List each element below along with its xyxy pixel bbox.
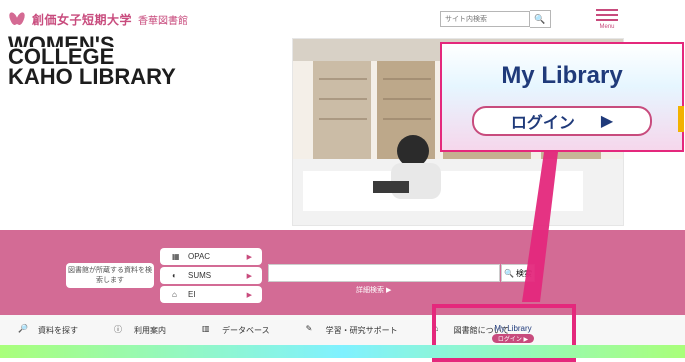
detail-search-link[interactable]: 詳細検索 ▶ — [356, 285, 391, 295]
nav-item-support-label: 学習・研究サポート — [325, 325, 398, 335]
tab-opac-label: OPAC — [188, 252, 211, 261]
tab-ei[interactable]: ⌂ EI ▶ — [160, 286, 262, 303]
search-info: 図書館が所蔵する資料を検索します — [66, 263, 154, 288]
chevron-right-icon: ▶ — [246, 253, 252, 261]
tab-sums[interactable]: ◐ SUMS ▶ — [160, 267, 262, 284]
bottom-wave — [0, 345, 685, 358]
callout-stem — [522, 152, 558, 302]
play-arrow-icon: ▶ — [600, 113, 614, 130]
ei-icon: ⌂ — [172, 289, 177, 299]
library-search-band: 図書館が所蔵する資料を検索します ▦ OPAC ▶ ◐ SUMS ▶ ⌂ EI … — [0, 230, 685, 315]
popup-title: My Library — [501, 62, 623, 89]
tab-sums-label: SUMS — [188, 271, 212, 280]
pencil-icon: ✎ — [305, 324, 313, 333]
search-books-icon: 🔎 — [18, 324, 28, 333]
tab-ei-label: EI — [188, 290, 196, 299]
info-icon: ⓘ — [114, 325, 122, 334]
main-search-input[interactable] — [268, 264, 500, 282]
tab-opac[interactable]: ▦ OPAC ▶ — [160, 248, 262, 265]
search-icon: 🔍 — [504, 268, 514, 278]
nav-item-find[interactable]: 🔎 資料を探す — [0, 324, 96, 336]
opac-icon: ▦ — [172, 251, 180, 261]
logo-text: 創価女子短期大学 — [32, 12, 133, 27]
popup-login-button[interactable]: ログイン ▶ — [472, 106, 652, 136]
nav-item-database-label: データベース — [222, 325, 270, 335]
site-search: 🔍 — [440, 10, 551, 28]
chevron-right-icon: ▶ — [246, 291, 252, 299]
bottom-nav: 🔎 資料を探す ⓘ 利用案内 ▥ データベース ✎ 学習・研究サポート ⌂ 図書… — [0, 315, 685, 345]
popup-login-label: ログイン — [510, 115, 575, 132]
site-logo[interactable]: 創価女子短期大学 香華図書館 — [8, 10, 188, 28]
database-icon: ▥ — [202, 324, 210, 333]
site-search-button[interactable]: 🔍 — [530, 10, 551, 28]
site-search-input[interactable] — [440, 11, 530, 27]
nav-item-guide[interactable]: ⓘ 利用案内 — [96, 324, 184, 336]
menu-button[interactable]: Menu — [592, 6, 622, 30]
hero-title: WOMEN'S COLLEGE KAHO LIBRARY — [8, 35, 278, 89]
nav-item-support[interactable]: ✎ 学習・研究サポート — [288, 324, 416, 336]
popup-side-accent — [678, 106, 684, 132]
nav-item-guide-label: 利用案内 — [134, 325, 166, 335]
my-library-popup: My Library ログイン ▶ — [440, 42, 684, 152]
library-name: 香華図書館 — [138, 15, 189, 27]
sums-icon: ◐ — [172, 270, 177, 280]
nav-item-database[interactable]: ▥ データベース — [184, 324, 288, 336]
menu-label: Menu — [599, 24, 615, 30]
nav-item-find-label: 資料を探す — [38, 325, 78, 335]
chevron-right-icon: ▶ — [246, 272, 252, 280]
search-icon: 🔍 — [534, 13, 546, 24]
flower-logo-icon — [8, 12, 26, 26]
hero-title-line-3: KAHO LIBRARY — [8, 64, 176, 89]
menu-icon — [596, 9, 618, 11]
